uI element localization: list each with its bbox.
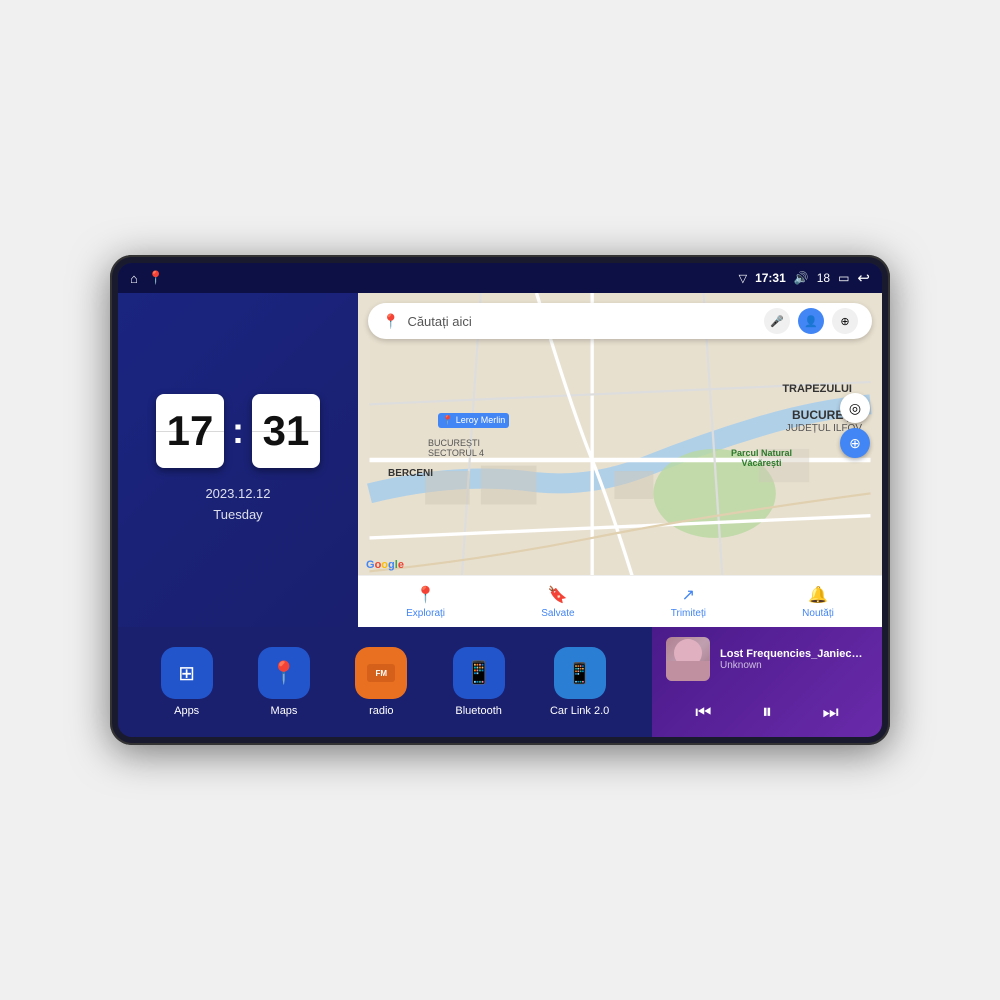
map-compass-btn[interactable]: ⊕ (840, 428, 870, 458)
home-icon[interactable]: ⌂ (130, 271, 138, 286)
map-panel[interactable]: 📍 Căutați aici 🎤 👤 ⊕ TRAPEZULUI BUCUREȘT… (358, 293, 882, 627)
prev-button[interactable]: ⏮ (687, 698, 719, 727)
signal-icon: ▽ (739, 272, 747, 285)
top-section: 17 : 31 2023.12.12 Tuesday (118, 293, 882, 627)
map-label-park: Parcul NaturalVăcărești (731, 448, 792, 468)
next-button[interactable]: ⏭ (815, 698, 847, 727)
saved-icon: 🔖 (548, 585, 568, 605)
music-title: Lost Frequencies_Janieck Devy-... (720, 648, 868, 660)
clock-colon: : (232, 410, 244, 452)
battery-icon: ▭ (838, 271, 849, 285)
bluetooth-label: Bluetooth (455, 705, 501, 717)
back-icon[interactable]: ↩ (857, 269, 870, 287)
clock-hour: 17 (156, 394, 224, 468)
map-location-btn[interactable]: ◎ (840, 393, 870, 423)
apps-label: Apps (174, 705, 199, 717)
bluetooth-icon: 📱 (453, 647, 505, 699)
status-bar: ⌂ 📍 ▽ 17:31 🔊 18 ▭ ↩ (118, 263, 882, 293)
volume-icon: 🔊 (794, 271, 809, 285)
map-search-actions: 🎤 👤 ⊕ (764, 308, 858, 334)
music-text: Lost Frequencies_Janieck Devy-... Unknow… (720, 648, 868, 671)
send-icon: ↗ (682, 585, 695, 605)
clock-date: 2023.12.12 Tuesday (205, 484, 270, 526)
time-display: 17:31 (755, 271, 786, 285)
avatar-button[interactable]: 👤 (798, 308, 824, 334)
music-player: Lost Frequencies_Janieck Devy-... Unknow… (652, 627, 882, 737)
explore-icon: 📍 (416, 585, 436, 605)
map-label-sector: BUCUREȘTISECTORUL 4 (428, 438, 484, 458)
app-item-radio[interactable]: FM radio (355, 647, 407, 717)
clock-day-text: Tuesday (205, 505, 270, 526)
app-item-apps[interactable]: ⊞ Apps (161, 647, 213, 717)
volume-level: 18 (817, 271, 830, 285)
bottom-section: ⊞ Apps 📍 Maps FM (118, 627, 882, 737)
map-search-text[interactable]: Căutați aici (407, 314, 756, 329)
google-logo: Google (366, 559, 404, 571)
map-nav-news[interactable]: 🔔 Noutăți (802, 585, 834, 619)
flip-clock: 17 : 31 (156, 394, 320, 468)
main-content: 17 : 31 2023.12.12 Tuesday (118, 293, 882, 737)
news-icon: 🔔 (808, 585, 828, 605)
device-frame: ⌂ 📍 ▽ 17:31 🔊 18 ▭ ↩ 17 : (110, 255, 890, 745)
carlink-label: Car Link 2.0 (550, 705, 609, 717)
status-left-icons: ⌂ 📍 (130, 270, 164, 286)
radio-icon: FM (355, 647, 407, 699)
device-screen: ⌂ 📍 ▽ 17:31 🔊 18 ▭ ↩ 17 : (118, 263, 882, 737)
map-search-bar[interactable]: 📍 Căutați aici 🎤 👤 ⊕ (368, 303, 872, 339)
map-nav-explore[interactable]: 📍 Explorați (406, 585, 445, 619)
play-pause-button[interactable]: ⏸ (762, 701, 772, 724)
status-right-icons: ▽ 17:31 🔊 18 ▭ ↩ (739, 269, 870, 287)
layers-button[interactable]: ⊕ (832, 308, 858, 334)
clock-minute: 31 (252, 394, 320, 468)
app-item-carlink[interactable]: 📱 Car Link 2.0 (550, 647, 609, 717)
voice-search-button[interactable]: 🎤 (764, 308, 790, 334)
app-item-bluetooth[interactable]: 📱 Bluetooth (453, 647, 505, 717)
music-artist: Unknown (720, 660, 868, 671)
apps-icon: ⊞ (161, 647, 213, 699)
maps-icon[interactable]: 📍 (148, 270, 164, 286)
album-art (666, 637, 710, 681)
maps-app-icon: 📍 (258, 647, 310, 699)
map-label-berceni: BERCENI (388, 468, 433, 479)
map-nav-send[interactable]: ↗ Trimiteți (671, 585, 706, 619)
maps-label: Maps (271, 705, 298, 717)
map-bottom-bar: 📍 Explorați 🔖 Salvate ↗ Trimiteți 🔔 (358, 575, 882, 627)
clock-date-text: 2023.12.12 (205, 484, 270, 505)
app-item-maps[interactable]: 📍 Maps (258, 647, 310, 717)
map-pin-leroy: 📍 Leroy Merlin (438, 413, 509, 428)
map-pin-icon: 📍 (382, 313, 399, 330)
radio-label: radio (369, 705, 393, 717)
carlink-icon: 📱 (554, 647, 606, 699)
music-info-row: Lost Frequencies_Janieck Devy-... Unknow… (666, 637, 868, 681)
map-nav-saved[interactable]: 🔖 Salvate (541, 585, 574, 619)
apps-area: ⊞ Apps 📍 Maps FM (118, 627, 652, 737)
music-thumbnail (666, 637, 710, 681)
clock-panel: 17 : 31 2023.12.12 Tuesday (118, 293, 358, 627)
music-controls: ⏮ ⏸ ⏭ (666, 698, 868, 727)
